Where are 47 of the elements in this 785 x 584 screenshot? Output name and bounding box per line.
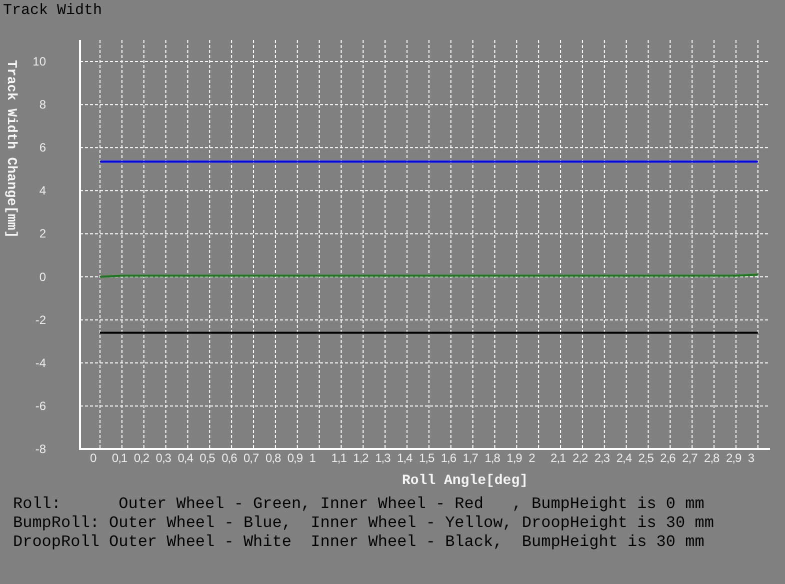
- chart-title: Track Width: [3, 1, 102, 21]
- x-tick-label: 2,1: [550, 451, 566, 465]
- y-axis-title: Track Width Change[mm]: [3, 60, 18, 238]
- y-tick-label: 0: [39, 270, 46, 284]
- x-axis-title: Roll Angle[deg]: [402, 473, 528, 489]
- y-tick-label: 6: [39, 140, 46, 155]
- legend-line: Roll: Outer Wheel - Green, Inner Wheel - Red , BumpHeight is 0 mm: [13, 495, 706, 514]
- x-tick-label: 2,6: [660, 451, 676, 465]
- x-tick-label: 0,9: [287, 451, 303, 465]
- x-tick-label: 0,3: [156, 451, 171, 465]
- x-tick-label: 2,3: [594, 451, 610, 465]
- y-tick-label: -6: [35, 398, 46, 413]
- x-tick-label: 1,4: [397, 451, 412, 465]
- x-tick-label: 0,6: [222, 451, 237, 465]
- y-tick-label: 2: [39, 226, 46, 241]
- x-tick-label: 1,9: [506, 451, 522, 465]
- x-tick-label: 1,3: [375, 451, 390, 465]
- x-tick-label: 2,4: [616, 451, 632, 465]
- y-tick-label: -2: [35, 312, 46, 327]
- x-tick-label: 2: [528, 451, 535, 465]
- x-tick-label: 0,2: [134, 451, 150, 465]
- x-tick-label: 1,1: [331, 451, 346, 465]
- x-tick-label: 0,5: [200, 451, 215, 465]
- x-tick-label: 0,4: [178, 451, 193, 465]
- x-tick-label: 0,8: [265, 451, 281, 465]
- legend-line: DroopRoll Outer Wheel - White Inner Wheel - Black, BumpHeight is 30 mm: [13, 533, 706, 552]
- y-tick-label: -4: [35, 356, 46, 370]
- y-tick-label: 8: [39, 98, 46, 112]
- x-tick-label: 1,6: [440, 451, 456, 465]
- x-tick-label: 0,1: [112, 451, 128, 465]
- y-tick-label: 10: [32, 54, 46, 69]
- y-tick-label: -8: [35, 442, 46, 456]
- legend-line: BumpRoll: Outer Wheel - Blue, Inner Wheel - Yellow, DroopHeight is 30 mm: [13, 514, 714, 533]
- x-tick-label: 0: [90, 451, 96, 465]
- x-tick-label: 1,5: [418, 451, 434, 465]
- x-tick-label: 2,2: [572, 451, 588, 465]
- x-tick-label: 1,7: [462, 451, 478, 465]
- x-tick-label: 3: [748, 451, 754, 465]
- y-tick-label: 4: [39, 184, 46, 198]
- x-tick-label: 2,9: [726, 451, 742, 465]
- x-tick-label: 1,8: [484, 451, 500, 465]
- x-tick-label: 2,5: [638, 451, 654, 465]
- x-tick-label: 2,7: [682, 451, 698, 465]
- x-tick-label: 0,7: [244, 451, 259, 465]
- x-tick-label: 1,2: [353, 451, 368, 465]
- x-tick-label: 1: [309, 451, 316, 465]
- x-tick-label: 2,8: [704, 451, 720, 465]
